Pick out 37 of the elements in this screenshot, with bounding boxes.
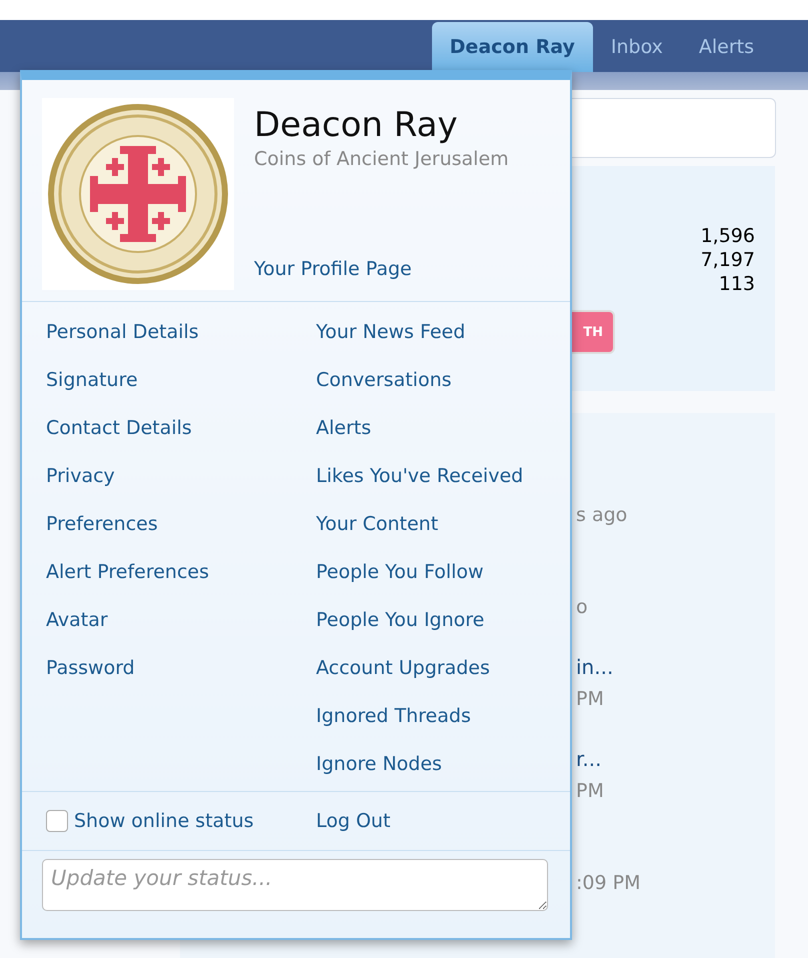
logout-link[interactable]: Log Out xyxy=(316,810,570,832)
menu-link[interactable]: Preferences xyxy=(46,510,316,558)
checkbox[interactable] xyxy=(46,810,68,832)
menu-link[interactable]: Ignore Nodes xyxy=(316,750,570,798)
status-field[interactable]: Update your status... xyxy=(42,859,548,911)
topic-meta: PM xyxy=(576,780,604,802)
menu-link[interactable]: People You Follow xyxy=(316,558,570,606)
menu-link[interactable]: Your Content xyxy=(316,510,570,558)
topic-title[interactable]: in... xyxy=(576,655,614,679)
topic-meta: :09 PM xyxy=(576,872,640,894)
stat-value: 7,197 xyxy=(700,248,755,272)
menu-link[interactable]: Alerts xyxy=(316,414,570,462)
topic-meta: s ago xyxy=(576,504,628,526)
menu-link[interactable]: Likes You've Received xyxy=(316,462,570,510)
topic-meta: o xyxy=(576,596,588,618)
menu-link[interactable]: Alert Preferences xyxy=(46,558,316,606)
profile-link[interactable]: Your Profile Page xyxy=(254,258,509,280)
menu-link[interactable]: Avatar xyxy=(46,606,316,654)
topic-meta: PM xyxy=(576,688,604,710)
menu-link[interactable]: Personal Details xyxy=(46,318,316,366)
nav-tab[interactable]: Deacon Ray xyxy=(432,22,593,72)
menu-link[interactable]: People You Ignore xyxy=(316,606,570,654)
topic-title[interactable]: r... xyxy=(576,747,602,771)
user-name: Deacon Ray xyxy=(254,104,459,146)
menu-link[interactable]: Contact Details xyxy=(46,414,316,462)
nav-tab[interactable]: Inbox xyxy=(592,22,681,72)
menu-link[interactable]: Account Upgrades xyxy=(316,654,570,702)
checkbox-label[interactable]: Show online status xyxy=(74,810,254,832)
stat-value: 113 xyxy=(718,272,755,296)
menu-link[interactable]: Privacy xyxy=(46,462,316,510)
nav-tab[interactable]: Alerts xyxy=(680,22,772,72)
user-title: Coins of Ancient Jerusalem xyxy=(254,148,509,170)
stat-value: 1,596 xyxy=(700,224,755,248)
menu-link[interactable]: Signature xyxy=(46,366,316,414)
menu-link[interactable]: Ignored Threads xyxy=(316,702,570,750)
menu-link[interactable]: Conversations xyxy=(316,366,570,414)
menu-link[interactable]: Password xyxy=(46,654,316,702)
